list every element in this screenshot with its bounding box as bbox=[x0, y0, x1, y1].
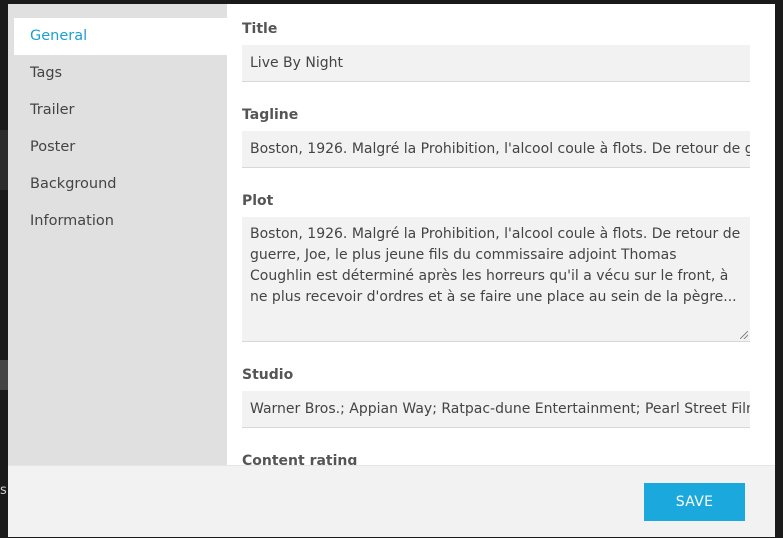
content-rating-label: Content rating bbox=[242, 453, 358, 465]
sidebar-item-poster[interactable]: Poster bbox=[8, 129, 227, 166]
save-button[interactable]: SAVE bbox=[644, 483, 745, 521]
general-form: Title Live By Night Tagline Boston, 1926… bbox=[227, 4, 775, 465]
studio-label: Studio bbox=[242, 367, 294, 383]
sidebar-item-tags[interactable]: Tags bbox=[8, 55, 227, 92]
dialog-footer: SAVE bbox=[8, 465, 775, 537]
plot-text: Boston, 1926. Malgré la Prohibition, l'a… bbox=[250, 226, 741, 305]
sidebar-item-background[interactable]: Background bbox=[8, 166, 227, 203]
edit-movie-dialog: General Tags Trailer Poster Background I… bbox=[8, 4, 775, 537]
studio-input[interactable]: Warner Bros.; Appian Way; Ratpac-dune En… bbox=[242, 391, 750, 428]
backdrop-fragment bbox=[0, 130, 8, 190]
title-label: Title bbox=[242, 21, 278, 37]
title-input[interactable]: Live By Night bbox=[242, 45, 750, 82]
sidebar-item-information[interactable]: Information bbox=[8, 203, 227, 240]
plot-textarea[interactable]: Boston, 1926. Malgré la Prohibition, l'a… bbox=[242, 217, 750, 342]
plot-label: Plot bbox=[242, 193, 274, 209]
backdrop-text: s bbox=[0, 483, 7, 498]
sidebar-item-general[interactable]: General bbox=[14, 18, 227, 55]
scrollbar[interactable] bbox=[761, 4, 775, 465]
sidebar-item-trailer[interactable]: Trailer bbox=[8, 92, 227, 129]
resize-grip-icon[interactable] bbox=[740, 331, 748, 339]
tagline-input[interactable]: Boston, 1926. Malgré la Prohibition, l'a… bbox=[242, 131, 750, 168]
sidebar-nav: General Tags Trailer Poster Background I… bbox=[8, 4, 227, 465]
tagline-label: Tagline bbox=[242, 107, 299, 123]
backdrop-fragment bbox=[0, 360, 8, 390]
